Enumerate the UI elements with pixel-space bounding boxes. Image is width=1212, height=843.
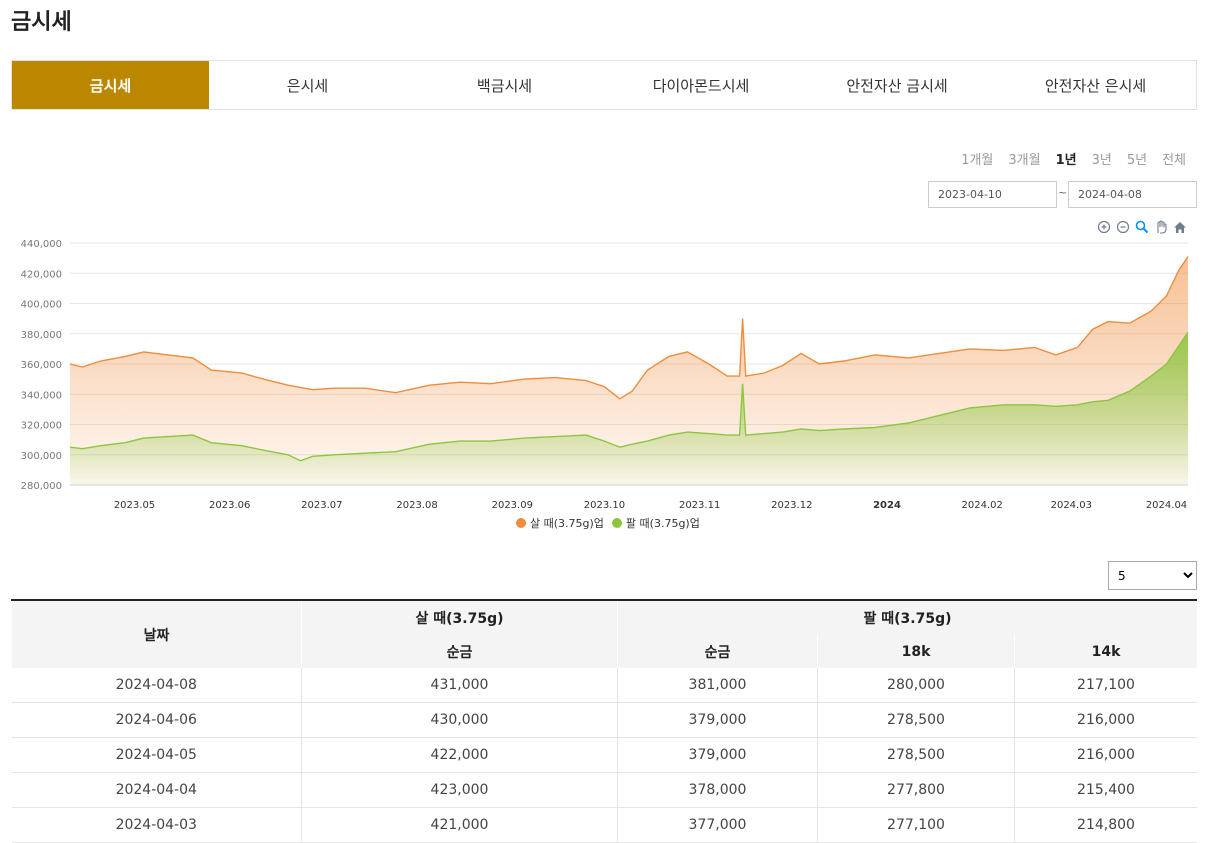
y-tick-label: 280,000 — [21, 481, 62, 492]
y-tick-label: 360,000 — [21, 360, 62, 371]
date-cell: 2024-04-08 — [11, 668, 302, 703]
end-date-input[interactable] — [1068, 181, 1197, 208]
legend-sell-marker — [611, 518, 622, 528]
x-tick-label: 2024.04 — [1146, 500, 1187, 511]
category-tabs: 금시세 은시세 백금시세 다이아몬드시세 안전자산 금시세 안전자산 은시세 — [11, 60, 1197, 110]
buy-pure-cell: 422,000 — [301, 737, 618, 773]
sell-14k-cell: 217,100 — [1014, 668, 1197, 703]
price-chart: 440,000 420,000 400,000 380,000 360,000 340,0… — [21, 239, 1189, 511]
tab-safe-silver[interactable]: 안전자산 은시세 — [995, 61, 1196, 109]
legend-sell[interactable]: 팔 때(3.75g)업 — [611, 515, 700, 531]
tab-diamond[interactable]: 다이아몬드시세 — [603, 61, 799, 109]
buy-pure-cell: 423,000 — [301, 772, 618, 808]
x-tick-label: 2023.09 — [492, 500, 533, 511]
buy-pure-cell: 431,000 — [301, 668, 618, 703]
buy-pure-cell: 421,000 — [301, 807, 618, 843]
subheader-sell-pure: 순금 — [617, 635, 818, 668]
sell-18k-cell: 277,100 — [817, 807, 1015, 843]
chart-legend: 살 때(3.75g)업 팔 때(3.75g)업 — [516, 515, 700, 531]
tab-platinum[interactable]: 백금시세 — [406, 61, 603, 109]
y-tick-label: 380,000 — [21, 330, 62, 341]
price-table: 날짜 살 때(3.75g) 팔 때(3.75g) 순금 순금 18k 14k 2… — [11, 599, 1197, 843]
sell-18k-cell: 280,000 — [817, 668, 1015, 703]
header-date: 날짜 — [11, 600, 302, 668]
y-tick-label: 420,000 — [21, 269, 62, 280]
start-date-input[interactable] — [928, 181, 1057, 208]
sell-18k-cell: 277,800 — [817, 772, 1015, 808]
range-1year[interactable]: 1년 — [1056, 149, 1077, 168]
rows-per-page-select[interactable]: 5 — [1108, 561, 1197, 590]
sell-pure-cell: 379,000 — [617, 737, 818, 773]
x-tick-label: 2023.05 — [114, 500, 155, 511]
legend-sell-label: 팔 때(3.75g)업 — [625, 517, 700, 530]
legend-buy[interactable]: 살 때(3.75g)업 — [516, 515, 604, 531]
header-buy: 살 때(3.75g) — [301, 600, 618, 635]
subheader-sell-18k: 18k — [817, 635, 1015, 668]
sell-14k-cell: 216,000 — [1014, 737, 1197, 773]
tab-gold[interactable]: 금시세 — [12, 61, 209, 109]
table-row: 2024-04-06 430,000 379,000 278,500 216,000 — [11, 702, 1197, 738]
y-tick-label: 440,000 — [21, 239, 62, 250]
x-tick-label: 2024 — [873, 500, 901, 511]
sell-pure-cell: 379,000 — [617, 702, 818, 738]
header-sell: 팔 때(3.75g) — [617, 600, 1197, 635]
y-tick-label: 400,000 — [21, 300, 62, 311]
x-tick-label: 2024.02 — [962, 500, 1003, 511]
sell-14k-cell: 214,800 — [1014, 807, 1197, 843]
x-tick-label: 2023.10 — [584, 500, 625, 511]
period-selector: 1개월 3개월 1년 3년 5년 전체 — [946, 149, 1186, 168]
table-row: 2024-04-05 422,000 379,000 278,500 216,000 — [11, 737, 1197, 773]
subheader-buy-pure: 순금 — [301, 635, 618, 668]
date-cell: 2024-04-04 — [11, 772, 302, 808]
y-tick-label: 320,000 — [21, 421, 62, 432]
range-3month[interactable]: 3개월 — [1008, 149, 1040, 168]
price-table-body: 2024-04-08 431,000 381,000 280,000 217,100 20… — [11, 668, 1197, 843]
sell-18k-cell: 278,500 — [817, 702, 1015, 738]
table-row: 2024-04-08 431,000 381,000 280,000 217,100 — [11, 668, 1197, 703]
range-all[interactable]: 전체 — [1162, 149, 1186, 168]
sell-18k-cell: 278,500 — [817, 737, 1015, 773]
date-cell: 2024-04-06 — [11, 702, 302, 738]
subheader-sell-14k: 14k — [1014, 635, 1197, 668]
x-tick-label: 2023.07 — [301, 500, 342, 511]
sell-pure-cell: 378,000 — [617, 772, 818, 808]
x-tick-label: 2023.08 — [396, 500, 437, 511]
tab-safe-gold[interactable]: 안전자산 금시세 — [799, 61, 995, 109]
legend-buy-label: 살 때(3.75g)업 — [530, 517, 604, 530]
sell-14k-cell: 215,400 — [1014, 772, 1197, 808]
table-row: 2024-04-03 421,000 377,000 277,100 214,800 — [11, 807, 1197, 843]
legend-buy-marker — [516, 518, 526, 528]
y-tick-label: 300,000 — [21, 451, 62, 462]
range-3year[interactable]: 3년 — [1092, 149, 1112, 168]
sell-14k-cell: 216,000 — [1014, 702, 1197, 738]
x-tick-label: 2023.11 — [679, 500, 720, 511]
x-tick-label: 2023.06 — [209, 500, 250, 511]
sell-pure-cell: 381,000 — [617, 668, 818, 703]
sell-pure-cell: 377,000 — [617, 807, 818, 843]
buy-pure-cell: 430,000 — [301, 702, 618, 738]
x-tick-label: 2024.03 — [1051, 500, 1092, 511]
y-tick-label: 340,000 — [21, 390, 62, 401]
range-5year[interactable]: 5년 — [1127, 149, 1147, 168]
date-separator: ~ — [1058, 186, 1068, 199]
table-row: 2024-04-04 423,000 378,000 277,800 215,400 — [11, 772, 1197, 808]
x-tick-label: 2023.12 — [771, 500, 812, 511]
tab-silver[interactable]: 은시세 — [209, 61, 406, 109]
range-1month[interactable]: 1개월 — [961, 149, 993, 168]
page-title: 금시세 — [11, 10, 72, 35]
date-cell: 2024-04-05 — [11, 737, 302, 773]
date-cell: 2024-04-03 — [11, 807, 302, 843]
